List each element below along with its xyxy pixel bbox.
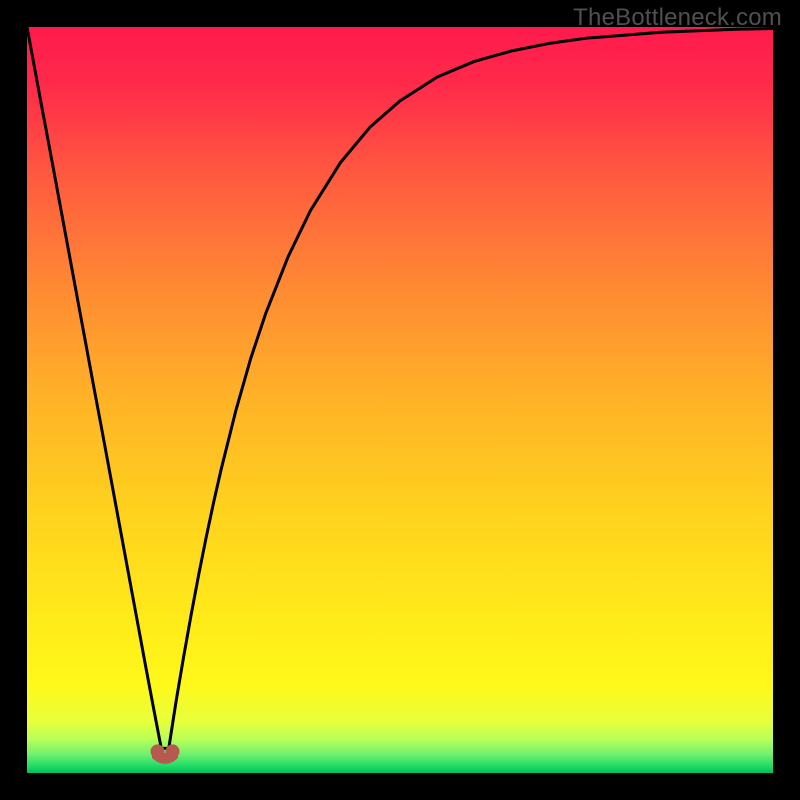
attribution-label: TheBottleneck.com [573,4,782,32]
optimum-knob-left [151,744,165,758]
optimum-knob-right [166,744,180,758]
gradient-background [27,27,773,773]
bottleneck-curve-chart [27,27,773,773]
chart-frame: TheBottleneck.com [0,0,800,800]
